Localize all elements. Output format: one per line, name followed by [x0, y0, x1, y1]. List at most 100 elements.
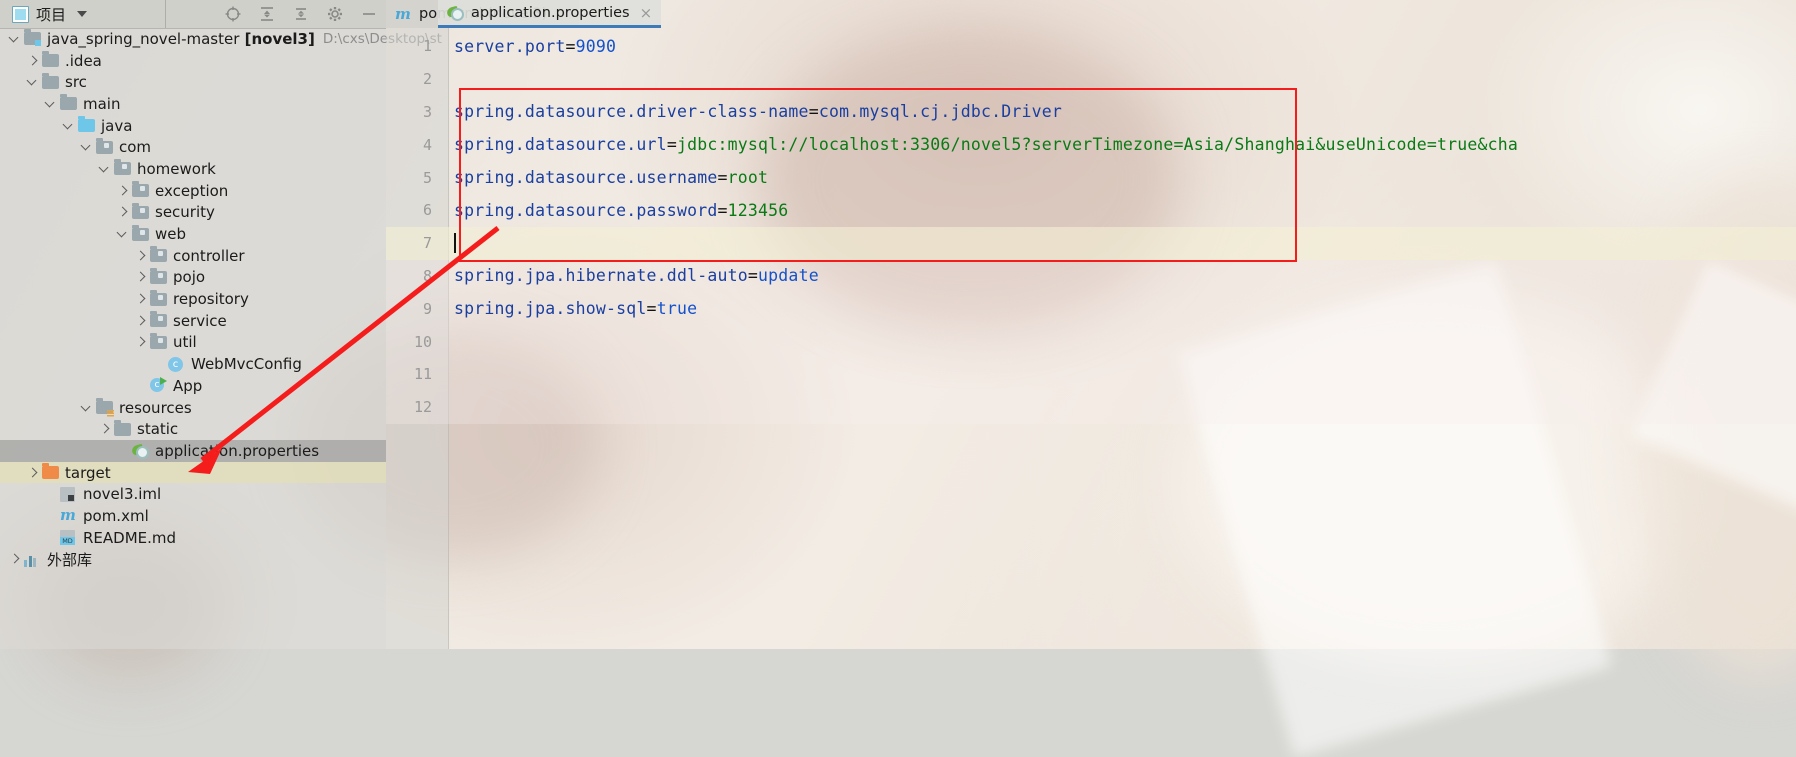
code-line[interactable]: 5 spring.datasource.username=root	[386, 161, 1796, 194]
chevron-right-icon[interactable]	[134, 270, 148, 284]
tree-item-src[interactable]: src	[0, 71, 386, 93]
tree-item-label: security	[155, 203, 215, 222]
chevron-right-icon[interactable]	[134, 249, 148, 263]
code-line-text: spring.jpa.show-sql=true	[454, 299, 698, 319]
package-folder-icon	[132, 183, 149, 198]
project-tree[interactable]: java_spring_novel-master [novel3] D:\cxs\…	[0, 28, 442, 649]
close-icon[interactable]: ×	[640, 4, 653, 22]
tree-item-resources[interactable]: resources	[0, 397, 386, 419]
line-number: 3	[422, 102, 432, 121]
code-line[interactable]: 10	[386, 325, 1796, 358]
collapse-all-icon[interactable]	[292, 5, 310, 23]
tree-item-webmvcconfig[interactable]: c WebMvcConfig	[0, 353, 386, 375]
chevron-right-icon[interactable]	[116, 184, 130, 198]
chevron-down-icon[interactable]	[77, 11, 88, 17]
code-line[interactable]: 1 server.port=9090	[386, 30, 1796, 63]
tree-item-main[interactable]: main	[0, 93, 386, 115]
code-content[interactable]: 1 server.port=9090 2 3 spring.datasource.dri…	[386, 28, 1796, 649]
chevron-right-icon[interactable]	[134, 314, 148, 328]
text-caret	[454, 232, 456, 253]
chevron-right-icon[interactable]	[116, 205, 130, 219]
settings-gear-icon[interactable]	[326, 5, 344, 23]
chevron-down-icon[interactable]	[80, 140, 94, 154]
code-line[interactable]: 4 spring.datasource.url=jdbc:mysql://loca…	[386, 128, 1796, 161]
chevron-right-icon[interactable]	[26, 466, 40, 480]
tree-item-.idea[interactable]: .idea	[0, 50, 386, 72]
chevron-right-icon[interactable]	[134, 292, 148, 306]
tree-item-pojo[interactable]: pojo	[0, 267, 386, 289]
tree-item-label: .idea	[65, 51, 102, 70]
chevron-down-icon[interactable]	[26, 75, 40, 89]
tree-item-label: service	[173, 311, 227, 330]
package-folder-icon	[150, 248, 167, 263]
tree-item-util[interactable]: util	[0, 332, 386, 354]
tree-item-label: web	[155, 225, 187, 244]
tree-item-readme.md[interactable]: README.md	[0, 527, 386, 549]
tab-label: application.properties	[471, 4, 630, 21]
tree-item-java[interactable]: java	[0, 115, 386, 137]
package-folder-icon	[150, 270, 167, 285]
project-root-folder-icon	[24, 31, 41, 47]
tree-item-security[interactable]: security	[0, 202, 386, 224]
maven-file-icon: m	[60, 506, 76, 525]
tree-item-label: 外部库	[47, 550, 93, 569]
chevron-down-icon[interactable]	[80, 401, 94, 415]
chevron-right-icon[interactable]	[26, 54, 40, 68]
chevron-down-icon[interactable]	[62, 119, 76, 133]
tree-item-com[interactable]: com	[0, 136, 386, 158]
package-folder-icon	[132, 205, 149, 220]
package-folder-icon	[96, 140, 113, 155]
code-line[interactable]: 7	[386, 226, 1796, 260]
chevron-right-icon[interactable]	[98, 422, 112, 436]
expand-all-icon[interactable]	[258, 5, 276, 23]
line-number: 2	[422, 70, 432, 89]
tree-item-java_spring_novel-master[interactable]: java_spring_novel-master [novel3] D:\cxs\…	[0, 28, 442, 50]
minimize-icon[interactable]	[360, 5, 378, 23]
chevron-right-icon[interactable]	[134, 335, 148, 349]
code-line[interactable]: 2	[386, 63, 1796, 96]
chevron-right-icon[interactable]	[8, 552, 22, 566]
iml-file-icon	[60, 486, 77, 502]
tree-item-pom.xml[interactable]: m pom.xml	[0, 505, 386, 527]
tree-item-repository[interactable]: repository	[0, 288, 386, 310]
tree-item-controller[interactable]: controller	[0, 245, 386, 267]
tree-item-label: pojo	[173, 268, 206, 287]
tree-item-application.properties[interactable]: application.properties	[0, 440, 386, 462]
chevron-down-icon[interactable]	[98, 162, 112, 176]
tree-item-exception[interactable]: exception	[0, 180, 386, 202]
code-line[interactable]: 11	[386, 358, 1796, 391]
tree-item-label: repository	[173, 290, 249, 309]
tree-item-外部库[interactable]: 外部库	[0, 549, 386, 571]
editor-tab-application-properties[interactable]: application.properties ×	[438, 0, 662, 28]
chevron-down-icon[interactable]	[8, 32, 22, 46]
tree-item-label: novel3.iml	[83, 485, 162, 504]
target-folder-icon	[42, 465, 59, 480]
tree-item-static[interactable]: static	[0, 418, 386, 440]
code-line[interactable]: 6 spring.datasource.password=123456	[386, 194, 1796, 227]
tree-item-label: WebMvcConfig	[191, 355, 302, 374]
tree-item-app[interactable]: c App	[0, 375, 386, 397]
code-line[interactable]: 9 spring.jpa.show-sql=true	[386, 292, 1796, 326]
tree-item-web[interactable]: web	[0, 223, 386, 245]
line-number: 1	[422, 37, 432, 56]
code-editor[interactable]: 1 server.port=9090 2 3 spring.datasource.dri…	[386, 28, 1796, 649]
markdown-file-icon	[60, 530, 77, 546]
code-line[interactable]: 3 spring.datasource.driver-class-name=com…	[386, 96, 1796, 129]
tree-item-homework[interactable]: homework	[0, 158, 386, 180]
project-panel-title-button[interactable]: 项目	[0, 0, 88, 28]
chevron-down-icon[interactable]	[44, 97, 58, 111]
code-line-text: spring.jpa.hibernate.ddl-auto=update	[454, 266, 819, 286]
code-line[interactable]: 12	[386, 390, 1796, 424]
chevron-down-icon[interactable]	[116, 227, 130, 241]
locate-target-icon[interactable]	[224, 5, 242, 23]
tree-item-service[interactable]: service	[0, 310, 386, 332]
code-line[interactable]: 8 spring.jpa.hibernate.ddl-auto=update	[386, 259, 1796, 293]
java-class-icon: c	[168, 356, 185, 372]
tree-item-target[interactable]: target	[0, 461, 386, 484]
tree-item-novel3.iml[interactable]: novel3.iml	[0, 483, 386, 505]
project-panel-toolbar	[224, 0, 378, 28]
code-line-text: spring.datasource.url=jdbc:mysql://local…	[454, 135, 1519, 155]
line-number: 8	[422, 266, 432, 285]
